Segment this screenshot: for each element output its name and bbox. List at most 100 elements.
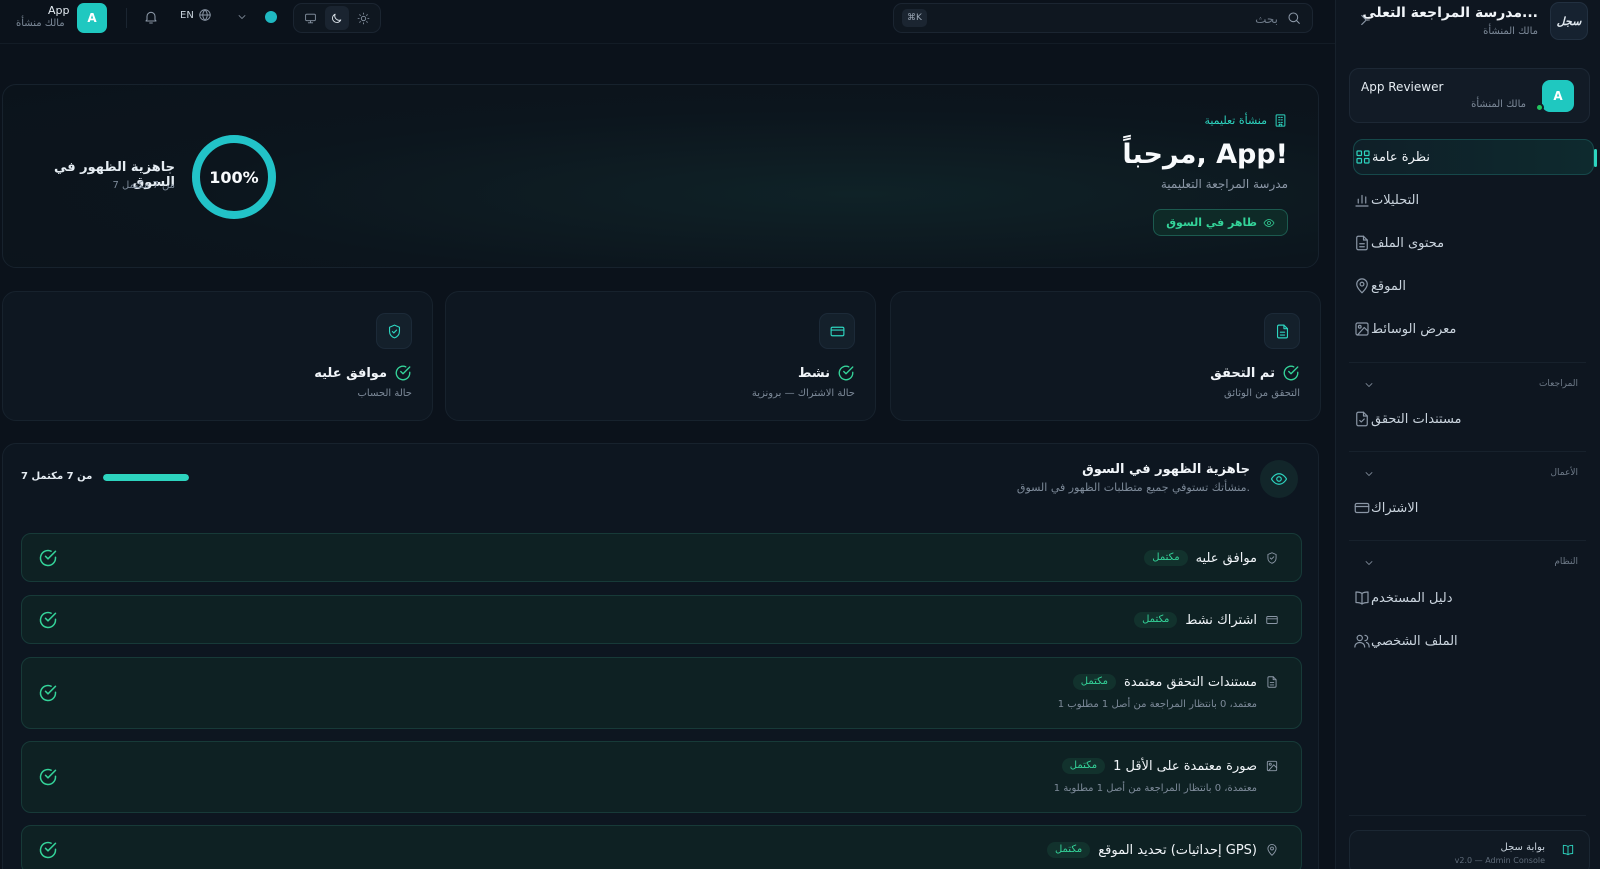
checklist-subtitle: منشأتك تستوفي جميع متطلبات الظهور في الس…: [1016, 481, 1250, 494]
check-circle-icon: [395, 365, 411, 381]
done-indicator: [38, 767, 58, 787]
notifications-button[interactable]: [143, 9, 159, 25]
facility-name: مدرسة المراجعة التعليمية: [1160, 177, 1288, 191]
progress-fill: [103, 474, 189, 481]
credit-card-icon: [1266, 616, 1278, 624]
search-input[interactable]: [938, 9, 1278, 29]
stat-card-account: موافق عليه حالة الحساب: [2, 291, 433, 421]
item-label: تحديد الموقع (إحداثيات GPS): [1098, 842, 1257, 858]
sidebar-item-media-gallery[interactable]: معرض الوسائط: [1353, 311, 1594, 347]
stat-card-subscription: نشط حالة الاشتراك — برونزية: [445, 291, 876, 421]
avatar[interactable]: A: [77, 3, 107, 33]
status-badge: مكتمل: [1046, 842, 1091, 858]
user-card[interactable]: A App Reviewer مالك المنشأة: [1349, 68, 1590, 123]
chevron-down-icon: [1365, 472, 1373, 476]
check-circle-icon: [39, 611, 57, 629]
section-system-header[interactable]: النظام: [1335, 554, 1600, 574]
checklist-item-verification-docs: مكتمل مستندات التحقق معتمدة 1 معتمد، 0 ب…: [21, 657, 1302, 729]
sidebar-item-user-guide[interactable]: دليل المستخدم: [1353, 580, 1594, 616]
accent-color-button[interactable]: [265, 11, 277, 23]
stat-card-verification: تم التحقق التحقق من الوثائق: [890, 291, 1321, 421]
section-label: المراجعات: [1538, 379, 1578, 389]
item-header: مكتمل اشتراك نشط: [1134, 612, 1279, 628]
stat-value-text: موافق عليه: [314, 365, 387, 381]
checklist-count: 7 من 7 مكتمل: [21, 471, 93, 482]
image-icon: [1266, 760, 1278, 772]
checklist-item-approved-photo: مكتمل 1 صورة معتمدة على الأقل 1 معتمدة، …: [21, 741, 1302, 813]
file-check-icon: [1356, 411, 1368, 427]
sidebar-item-location[interactable]: الموقع: [1353, 268, 1594, 304]
sun-icon: [357, 12, 370, 24]
stat-icon: [819, 313, 855, 349]
section-business-header[interactable]: الأعمال: [1335, 465, 1600, 485]
welcome-hero: منشأة تعليمية مرحباً, App! مدرسة المراجع…: [2, 84, 1319, 268]
divider: [1349, 815, 1586, 816]
check-circle-icon: [39, 841, 57, 859]
file-text-icon: [1267, 676, 1277, 688]
stat-caption: حالة الاشتراك — برونزية: [751, 388, 855, 399]
divider: [1349, 540, 1586, 541]
book-icon: [1562, 844, 1574, 856]
stat-icon: [1264, 313, 1300, 349]
check-circle-icon: [39, 768, 57, 786]
language-button[interactable]: EN: [180, 8, 212, 22]
eye-icon: [1263, 218, 1275, 227]
book-icon: [1355, 591, 1369, 605]
theme-light-button[interactable]: [352, 6, 376, 30]
item-header: مكتمل موافق عليه: [1144, 550, 1279, 566]
chevron-right-icon[interactable]: [1355, 11, 1373, 29]
monitor-icon: [305, 13, 316, 23]
sidebar-item-profile[interactable]: الملف الشخصي: [1353, 623, 1594, 659]
image-icon: [1355, 322, 1369, 336]
online-status-dot: [1535, 103, 1544, 112]
check-circle-icon: [1283, 365, 1299, 381]
topbar-user-name: App: [48, 4, 70, 17]
readiness-checklist: جاهزية الظهور في السوق منشأتك تستوفي جمي…: [2, 443, 1319, 869]
stat-value: نشط: [798, 364, 855, 382]
topbar-user-role: مالك منشأة: [16, 18, 65, 29]
theme-system-button[interactable]: [298, 6, 322, 30]
page-title: مرحباً, App!: [1122, 139, 1288, 170]
sidebar-item-profile-content[interactable]: محتوى الملف: [1353, 225, 1594, 261]
eye-icon: [1270, 473, 1288, 485]
sidebar-item-label: معرض الوسائط: [1371, 321, 1457, 337]
chevron-down-icon[interactable]: [236, 11, 248, 23]
sidebar-item-label: مستندات التحقق: [1371, 411, 1462, 427]
portal-version: v2.0 — Admin Console: [1454, 856, 1545, 865]
search-icon: [1288, 12, 1300, 24]
checklist-item-approved: مكتمل موافق عليه: [21, 533, 1302, 582]
status-badge: مكتمل: [1061, 758, 1106, 774]
sidebar-item-label: الملف الشخصي: [1371, 633, 1458, 649]
sidebar-item-verification-docs[interactable]: مستندات التحقق: [1353, 401, 1594, 437]
portal-card[interactable]: بوابة سجل v2.0 — Admin Console: [1349, 830, 1590, 869]
sidebar-item-subscription[interactable]: الاشتراك: [1353, 490, 1594, 526]
grid-icon: [1356, 150, 1370, 164]
facility-type-label: منشأة تعليمية: [1204, 114, 1267, 127]
map-pin-icon: [1267, 844, 1277, 856]
theme-dark-button[interactable]: [324, 6, 349, 30]
divider: [1349, 362, 1586, 363]
check-circle-icon: [39, 684, 57, 702]
stat-value-text: تم التحقق: [1210, 365, 1275, 381]
topbar: ⌘K EN A App مالك منشأة: [0, 0, 1335, 44]
bell-icon: [145, 11, 157, 24]
badge-label: ظاهر في السوق: [1166, 216, 1257, 229]
item-label: اشتراك نشط: [1185, 612, 1257, 628]
item-header: مكتمل مستندات التحقق معتمدة: [1072, 674, 1279, 690]
file-text-icon: [1276, 324, 1288, 338]
sidebar-brand: سجل مدرسة المراجعة التعلي... مالك المنشأ…: [1335, 0, 1600, 44]
section-reviews-header[interactable]: المراجعات: [1335, 376, 1600, 396]
chevron-down-icon: [1365, 383, 1373, 387]
sidebar-item-label: نظرة عامة: [1372, 149, 1431, 165]
sidebar-item-overview[interactable]: نظرة عامة: [1353, 139, 1597, 175]
credit-card-icon: [1354, 502, 1370, 514]
sidebar: سجل مدرسة المراجعة التعلي... مالك المنشأ…: [1335, 0, 1600, 869]
divider: [126, 8, 127, 28]
search-box[interactable]: ⌘K: [893, 3, 1313, 33]
chevron-down-icon: [1365, 561, 1373, 565]
sidebar-item-analytics[interactable]: التحليلات: [1353, 182, 1594, 218]
done-indicator: [38, 610, 58, 630]
stat-caption: حالة الحساب: [357, 388, 412, 399]
stat-value: تم التحقق: [1210, 364, 1300, 382]
done-indicator: [38, 840, 58, 860]
